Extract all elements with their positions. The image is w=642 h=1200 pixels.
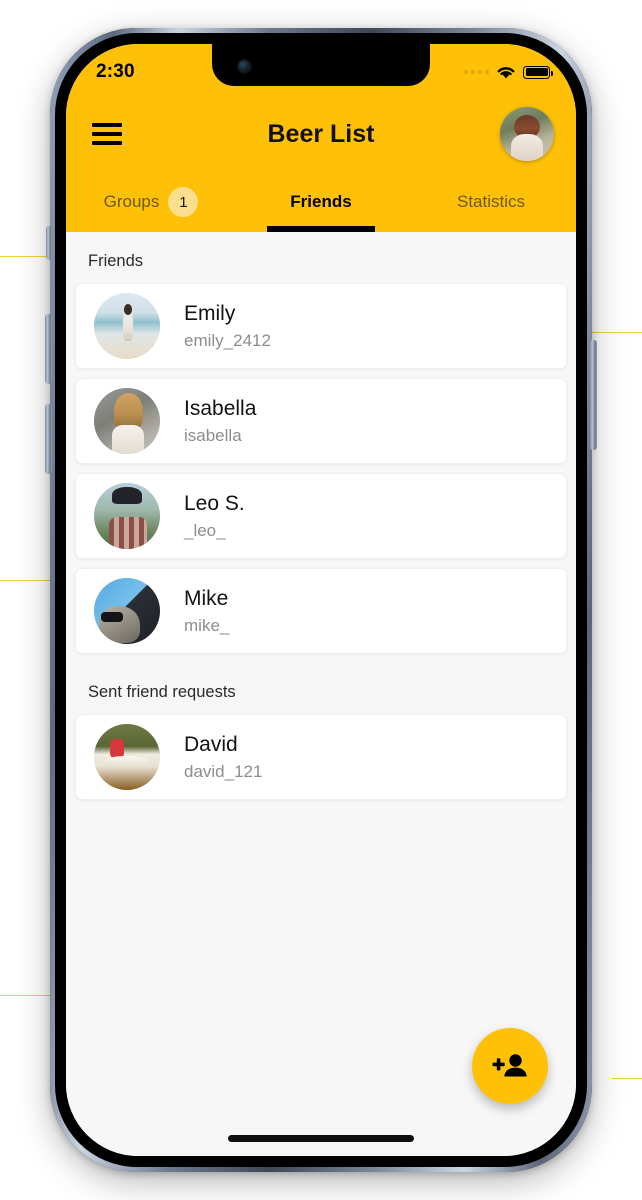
avatar: [94, 293, 160, 359]
avatar: [94, 388, 160, 454]
section-header-friends: Friends: [88, 252, 144, 270]
tab-groups[interactable]: Groups 1: [66, 172, 236, 232]
list-item[interactable]: Leo S. _leo_: [75, 473, 567, 559]
display-notch: [212, 44, 430, 86]
tab-statistics[interactable]: Statistics: [406, 172, 576, 232]
tab-friends[interactable]: Friends: [236, 172, 406, 232]
avatar: [94, 578, 160, 644]
person-add-icon: [492, 1054, 527, 1077]
list-item[interactable]: Mike mike_: [75, 568, 567, 654]
tab-friends-label: Friends: [290, 192, 352, 211]
avatar-image: [94, 724, 160, 790]
home-indicator: [228, 1135, 414, 1142]
friends-list-view: Friends Emily emily_2412 Isabella isabel…: [66, 232, 576, 1156]
mute-switch-button[interactable]: [46, 226, 52, 260]
list-item-text: Emily emily_2412: [184, 301, 271, 351]
avatar[interactable]: [500, 107, 554, 161]
friend-handle: emily_2412: [184, 331, 271, 351]
add-friend-button[interactable]: [472, 1028, 548, 1104]
avatar: [94, 483, 160, 549]
background-guide-line: [588, 332, 642, 333]
friend-handle: isabella: [184, 426, 242, 446]
avatar-image: [94, 293, 160, 359]
friend-name: Leo S.: [184, 491, 245, 515]
status-bar-indicators: [464, 61, 553, 80]
friend-name: Isabella: [184, 396, 257, 420]
friend-name: Emily: [184, 301, 236, 325]
list-item[interactable]: David david_121: [75, 714, 567, 800]
front-camera-icon: [238, 60, 251, 73]
tab-statistics-label: Statistics: [456, 192, 526, 211]
list-item-text: Isabella isabella: [184, 396, 256, 446]
friend-handle: mike_: [184, 616, 230, 636]
app-bar: Beer List: [66, 96, 576, 172]
friend-name: Mike: [184, 586, 229, 610]
avatar-image: [94, 578, 160, 644]
list-item[interactable]: Emily emily_2412: [75, 283, 567, 369]
avatar-image: [500, 107, 554, 161]
avatar-image: [94, 388, 160, 454]
status-bar-clock: 2:30: [96, 61, 135, 82]
list-item[interactable]: Isabella isabella: [75, 378, 567, 464]
volume-down-button[interactable]: [45, 404, 52, 474]
friend-handle: david_121: [184, 762, 263, 782]
background-guide-line: [612, 1078, 642, 1079]
list-item-text: David david_121: [184, 732, 262, 782]
hamburger-menu-icon[interactable]: [92, 118, 122, 151]
avatar-image: [94, 483, 160, 549]
friend-handle: _leo_: [184, 521, 226, 541]
battery-full-icon: [523, 65, 553, 79]
phone-screen: 2:30 Beer List Groups 1 Friends Statisti…: [66, 44, 576, 1156]
tab-bar: Groups 1 Friends Statistics: [66, 172, 576, 232]
tab-groups-label: Groups: [103, 192, 160, 211]
volume-up-button[interactable]: [45, 314, 52, 384]
friend-name: David: [184, 732, 238, 756]
phone-mockup: 2:30 Beer List Groups 1 Friends Statisti…: [45, 28, 597, 1172]
signal-dots-icon: [464, 70, 489, 74]
power-button[interactable]: [590, 340, 597, 450]
section-header-sent-requests: Sent friend requests: [88, 683, 236, 701]
avatar: [94, 724, 160, 790]
list-item-text: Leo S. _leo_: [184, 491, 245, 541]
wifi-icon: [497, 66, 515, 78]
list-item-text: Mike mike_: [184, 586, 229, 636]
status-badge: 1: [168, 187, 199, 217]
